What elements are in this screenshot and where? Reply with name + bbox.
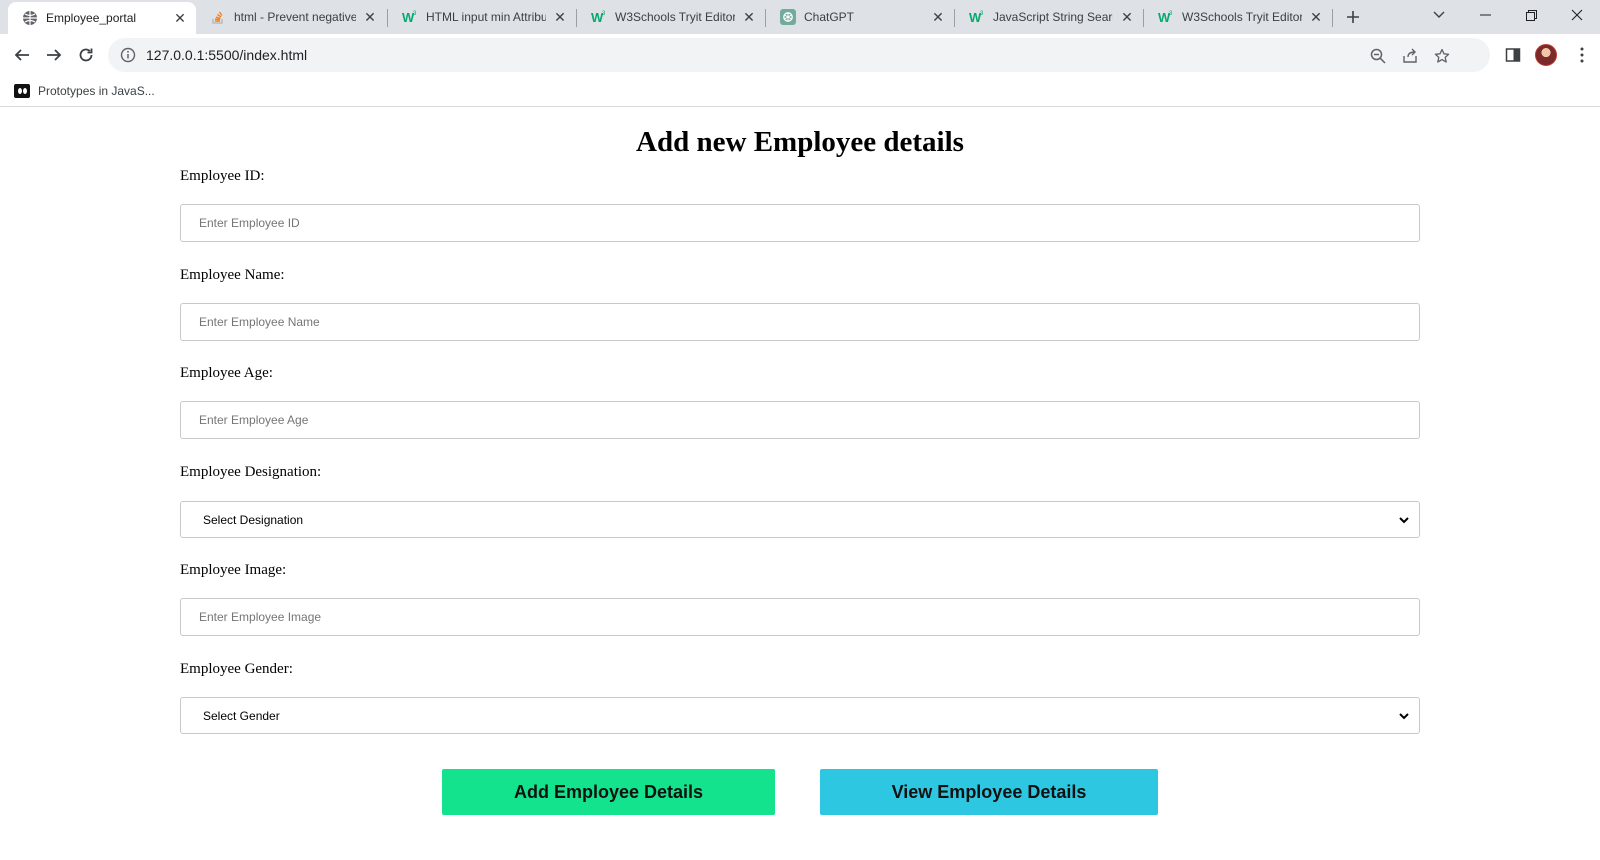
employee-id-label: Employee ID: — [180, 168, 265, 184]
bookmarks-bar: Prototypes in JavaS... — [0, 75, 1600, 107]
reload-button[interactable] — [72, 41, 100, 69]
gender-selected-value: Select Gender — [203, 708, 280, 723]
info-icon[interactable] — [120, 47, 136, 63]
tab-title: W3Schools Tryit Editor — [615, 10, 735, 24]
forward-button[interactable] — [40, 41, 68, 69]
tab-w3schools-tryit-2[interactable]: W3 W3Schools Tryit Editor ✕ — [1144, 0, 1332, 34]
address-bar[interactable]: 127.0.0.1:5500/index.html — [108, 38, 1490, 72]
browser-menu-button[interactable] — [1570, 43, 1594, 67]
svg-text:3: 3 — [1169, 11, 1173, 17]
w3schools-icon: W3 — [402, 9, 418, 25]
bookmark-star-icon[interactable] — [1432, 46, 1452, 66]
stackoverflow-icon — [210, 9, 226, 25]
employee-gender-label: Employee Gender: — [180, 661, 293, 677]
arrow-right-icon — [47, 49, 62, 61]
employee-age-input[interactable]: Enter Employee Age — [180, 401, 1420, 439]
globe-icon — [22, 10, 38, 26]
tab-title: JavaScript String Search — [993, 10, 1113, 24]
employee-gender-select[interactable]: Select Gender — [180, 697, 1420, 734]
browser-toolbar: 127.0.0.1:5500/index.html — [0, 34, 1600, 75]
close-tab-icon[interactable]: ✕ — [1117, 7, 1137, 27]
employee-name-label: Employee Name: — [180, 267, 285, 283]
new-tab-button[interactable] — [1341, 5, 1365, 29]
kebab-menu-icon — [1580, 47, 1584, 63]
reload-icon — [79, 48, 93, 62]
back-button[interactable] — [8, 41, 36, 69]
side-panel-button[interactable] — [1501, 43, 1525, 67]
page-title: Add new Employee details — [636, 126, 964, 158]
employee-image-input[interactable]: Enter Employee Image — [180, 598, 1420, 636]
employee-age-label: Employee Age: — [180, 365, 273, 381]
close-icon — [1571, 9, 1583, 21]
svg-text:3: 3 — [602, 11, 606, 17]
tab-title: html - Prevent negative — [234, 10, 356, 24]
designation-selected-value: Select Designation — [203, 512, 304, 527]
close-tab-icon[interactable]: ✕ — [170, 8, 190, 28]
close-tab-icon[interactable]: ✕ — [928, 7, 948, 27]
address-url: 127.0.0.1:5500/index.html — [146, 47, 308, 63]
bookmark-prototypes[interactable]: Prototypes in JavaS... — [14, 81, 155, 101]
employee-id-input[interactable]: Enter Employee ID — [180, 204, 1420, 242]
svg-text:3: 3 — [980, 11, 984, 17]
svg-text:3: 3 — [413, 11, 417, 17]
minimize-icon — [1479, 14, 1491, 16]
close-tab-icon[interactable]: ✕ — [739, 7, 759, 27]
minimize-button[interactable] — [1462, 0, 1508, 30]
profile-avatar[interactable] — [1535, 44, 1557, 66]
chevron-down-icon — [1399, 713, 1409, 720]
tab-html-input-min[interactable]: W3 HTML input min Attribu ✕ — [388, 0, 576, 34]
restore-icon — [1525, 9, 1537, 21]
tab-divider — [1332, 9, 1333, 27]
tab-title: Employee_portal — [46, 11, 137, 25]
tab-javascript-string-search[interactable]: W3 JavaScript String Search ✕ — [955, 0, 1143, 34]
tab-strip: Employee_portal ✕ html - Prevent negativ… — [0, 0, 1600, 34]
employee-designation-label: Employee Designation: — [180, 464, 322, 480]
chatgpt-icon — [780, 9, 796, 25]
tab-employee-portal[interactable]: Employee_portal ✕ — [8, 2, 196, 34]
restore-button[interactable] — [1508, 0, 1554, 30]
close-tab-icon[interactable]: ✕ — [360, 7, 380, 27]
medium-icon — [14, 84, 30, 98]
share-icon[interactable] — [1400, 46, 1420, 66]
add-employee-button[interactable]: Add Employee Details — [442, 769, 775, 815]
chevron-down-icon — [1399, 517, 1409, 524]
tab-prevent-negative[interactable]: html - Prevent negative ✕ — [196, 0, 386, 34]
tab-title: ChatGPT — [804, 10, 855, 24]
w3schools-icon: W3 — [969, 9, 985, 25]
employee-image-label: Employee Image: — [180, 562, 287, 578]
tab-w3schools-tryit[interactable]: W3 W3Schools Tryit Editor ✕ — [577, 0, 765, 34]
w3schools-icon: W3 — [591, 9, 607, 25]
bookmark-label: Prototypes in JavaS... — [38, 84, 155, 98]
tab-chatgpt[interactable]: ChatGPT ✕ — [766, 0, 954, 34]
tab-title: W3Schools Tryit Editor — [1182, 10, 1302, 24]
employee-designation-select[interactable]: Select Designation — [180, 501, 1420, 538]
chevron-down-icon — [1433, 11, 1445, 18]
zoom-icon[interactable] — [1368, 46, 1388, 66]
close-window-button[interactable] — [1554, 0, 1600, 30]
employee-name-input[interactable]: Enter Employee Name — [180, 303, 1420, 341]
tab-search-button[interactable] — [1416, 0, 1462, 30]
w3schools-icon: W3 — [1158, 9, 1174, 25]
page-content: Add new Employee details Employee ID: En… — [0, 108, 1600, 860]
arrow-left-icon — [14, 49, 29, 61]
plus-icon — [1347, 11, 1359, 23]
side-panel-icon — [1505, 48, 1521, 62]
view-employee-button[interactable]: View Employee Details — [820, 769, 1158, 815]
tab-title: HTML input min Attribu — [426, 10, 546, 24]
close-tab-icon[interactable]: ✕ — [1306, 7, 1326, 27]
close-tab-icon[interactable]: ✕ — [550, 7, 570, 27]
